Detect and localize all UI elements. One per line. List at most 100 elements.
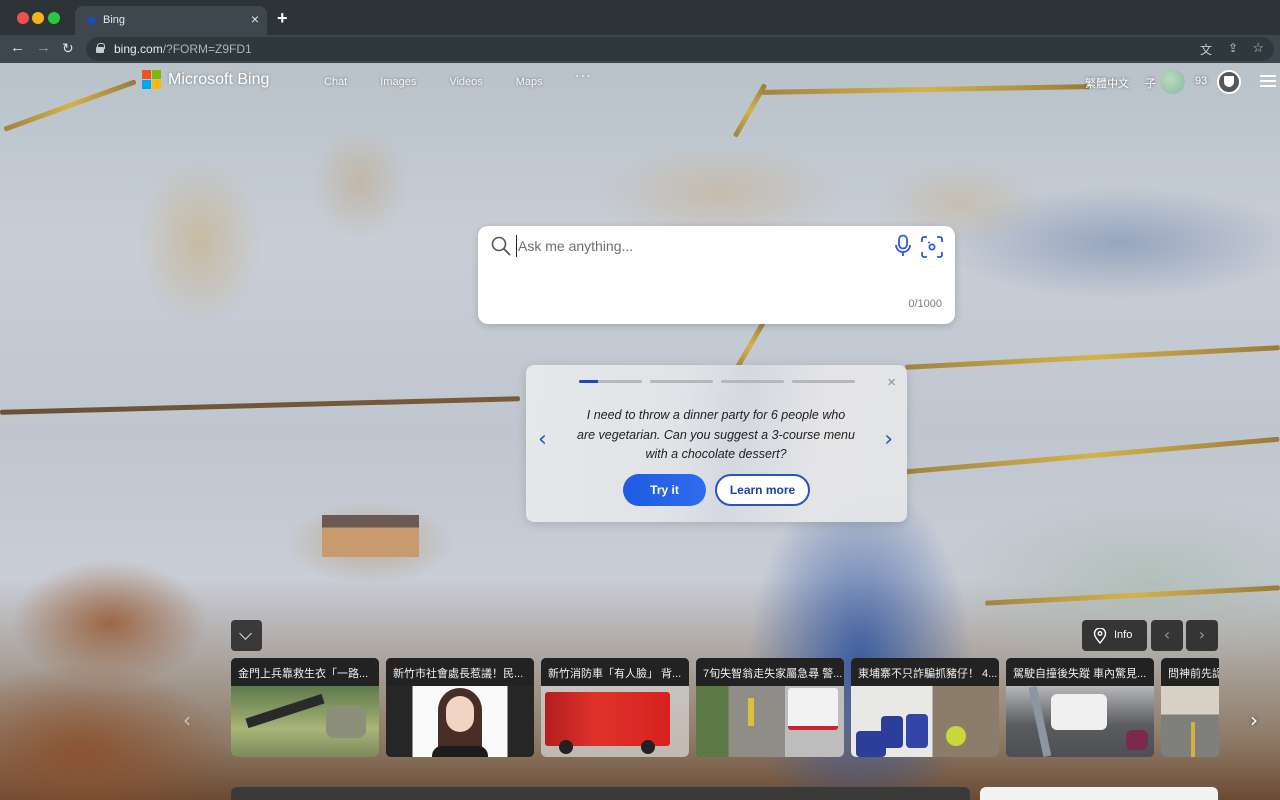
- thumbnail-scooter: [1126, 730, 1148, 750]
- background-hedge: [3, 79, 137, 132]
- bookmark-star-icon[interactable]: ☆: [1252, 40, 1264, 56]
- feed-section-dark: [231, 787, 970, 800]
- search-icon: [491, 236, 511, 256]
- top-navigation: Chat Images Videos Maps ···: [324, 71, 626, 88]
- collapse-feed-chevron-down-icon[interactable]: [231, 620, 262, 651]
- lock-icon[interactable]: [96, 43, 105, 53]
- address-bar[interactable]: bing.com/?FORM=Z9FD1 文 ⇪ ☆: [86, 37, 1274, 61]
- nav-chat[interactable]: Chat: [324, 76, 347, 88]
- thumbnail-officer: [748, 698, 754, 726]
- url-text[interactable]: bing.com/?FORM=Z9FD1: [114, 42, 252, 56]
- visual-search-icon[interactable]: [921, 236, 943, 258]
- logo-square-green: [152, 70, 161, 79]
- back-arrow-icon[interactable]: ←: [10, 39, 25, 56]
- character-count: 0/1000: [908, 298, 942, 310]
- search-box: 0/1000: [478, 226, 955, 324]
- close-window-button[interactable]: [17, 12, 29, 24]
- url-path: /?FORM=Z9FD1: [162, 42, 252, 56]
- microsoft-logo-icon: [142, 70, 162, 90]
- progress-step-4[interactable]: [792, 380, 855, 383]
- progress-step-3[interactable]: [721, 380, 784, 383]
- news-title: 駕駛自撞後失蹤 車內驚見...: [1006, 658, 1154, 686]
- thumbnail-portrait-face: [446, 696, 474, 732]
- try-it-button[interactable]: Try it: [623, 474, 706, 506]
- news-carousel-next-icon[interactable]: ›: [1250, 708, 1258, 732]
- progress-step-1[interactable]: [579, 380, 642, 383]
- info-label: Info: [1114, 629, 1133, 641]
- browser-tab-bing[interactable]: Bing ×: [75, 6, 267, 35]
- suggestion-progress: [579, 380, 863, 383]
- thumbnail-barrel: [906, 714, 928, 748]
- nav-maps[interactable]: Maps: [516, 76, 543, 88]
- microsoft-bing-logo[interactable]: Microsoft Bing: [142, 70, 269, 90]
- background-hedge: [905, 345, 1280, 370]
- thumbnail-pole: [1028, 685, 1052, 757]
- news-thumbnail: [386, 686, 534, 757]
- suggestion-prompt-text: I need to throw a dinner party for 6 peo…: [577, 408, 855, 461]
- news-card[interactable]: 金門上兵靠救生衣「一路...: [231, 658, 379, 757]
- microphone-icon[interactable]: [894, 234, 912, 258]
- close-icon[interactable]: ×: [887, 374, 896, 391]
- brand-name: Microsoft Bing: [168, 71, 270, 88]
- thumbnail-road-line: [1191, 722, 1195, 757]
- news-thumbnail: [851, 686, 999, 757]
- user-avatar[interactable]: [1160, 69, 1185, 94]
- tab-close-icon[interactable]: ×: [251, 11, 259, 27]
- new-tab-button[interactable]: +: [277, 8, 288, 29]
- thumbnail-wheel: [559, 740, 573, 754]
- thumbnail-portrait-shoulders: [432, 746, 488, 757]
- translate-icon[interactable]: 文: [1200, 41, 1212, 58]
- news-card[interactable]: 駕駛自撞後失蹤 車內驚見...: [1006, 658, 1154, 757]
- news-title: 新竹市社會處長惹議！民...: [386, 658, 534, 686]
- progress-step-2[interactable]: [650, 380, 713, 383]
- bing-favicon-icon: [87, 16, 96, 25]
- chat-suggestion-card: × ‹ › I need to throw a dinner party for…: [526, 365, 907, 522]
- background-hedge: [0, 396, 520, 415]
- minimize-window-button[interactable]: [32, 12, 44, 24]
- previous-image-chevron-left-icon[interactable]: ‹: [1151, 620, 1183, 651]
- next-image-chevron-right-icon[interactable]: ›: [1186, 620, 1218, 651]
- news-card[interactable]: 問神前先認: [1161, 658, 1219, 757]
- news-thumbnail: [231, 686, 379, 757]
- background-barn: [322, 515, 419, 557]
- thumbnail-ambulance: [788, 688, 838, 730]
- logo-square-blue: [142, 80, 151, 89]
- rewards-points[interactable]: 93: [1195, 75, 1207, 87]
- browser-titlebar: Bing × +: [0, 0, 1280, 35]
- thumbnail-fire-truck: [545, 692, 670, 746]
- thumbnail-crashed-car: [1051, 694, 1107, 730]
- nav-videos[interactable]: Videos: [449, 76, 482, 88]
- news-title: 問神前先認: [1161, 658, 1219, 686]
- nav-more-icon[interactable]: ···: [576, 71, 593, 88]
- maximize-window-button[interactable]: [48, 12, 60, 24]
- news-title: 東埔寨不只詐騙抓豬仔！ 4...: [851, 658, 999, 686]
- user-name[interactable]: 子: [1145, 75, 1156, 91]
- logo-square-red: [142, 70, 151, 79]
- news-card[interactable]: 新竹消防車「有人臉」 背...: [541, 658, 689, 757]
- logo-square-yellow: [152, 80, 161, 89]
- news-thumbnail: [1161, 686, 1219, 757]
- news-carousel-prev-icon[interactable]: ‹: [183, 708, 191, 732]
- thumbnail-rifle: [245, 693, 325, 729]
- search-input[interactable]: [516, 235, 886, 257]
- rewards-trophy-icon[interactable]: [1217, 70, 1241, 94]
- forward-arrow-icon[interactable]: →: [36, 39, 51, 56]
- progress-step-fill: [579, 380, 598, 383]
- news-title: 新竹消防車「有人臉」 背...: [541, 658, 689, 686]
- thumbnail-bucket: [946, 726, 966, 746]
- share-icon[interactable]: ⇪: [1228, 41, 1238, 55]
- learn-more-button[interactable]: Learn more: [715, 474, 810, 506]
- image-info-button[interactable]: Info: [1082, 620, 1147, 651]
- nav-images[interactable]: Images: [380, 76, 416, 88]
- news-carousel: 金門上兵靠救生衣「一路... 新竹市社會處長惹議！民... 新竹消防車「有人臉」…: [231, 658, 1219, 757]
- background-hedge: [759, 84, 1091, 95]
- browser-toolbar: ← → ↻ bing.com/?FORM=Z9FD1 文 ⇪ ☆: [0, 35, 1280, 63]
- previous-suggestion-chevron-icon[interactable]: ‹: [538, 427, 547, 452]
- language-switch[interactable]: 繁體中文: [1085, 75, 1129, 91]
- news-card[interactable]: 7旬失智翁走失家屬急尋 警...: [696, 658, 844, 757]
- news-card[interactable]: 新竹市社會處長惹議！民...: [386, 658, 534, 757]
- hamburger-menu-icon[interactable]: [1260, 75, 1276, 87]
- news-card[interactable]: 東埔寨不只詐騙抓豬仔！ 4...: [851, 658, 999, 757]
- next-suggestion-chevron-icon[interactable]: ›: [884, 427, 893, 452]
- reload-icon[interactable]: ↻: [62, 40, 74, 57]
